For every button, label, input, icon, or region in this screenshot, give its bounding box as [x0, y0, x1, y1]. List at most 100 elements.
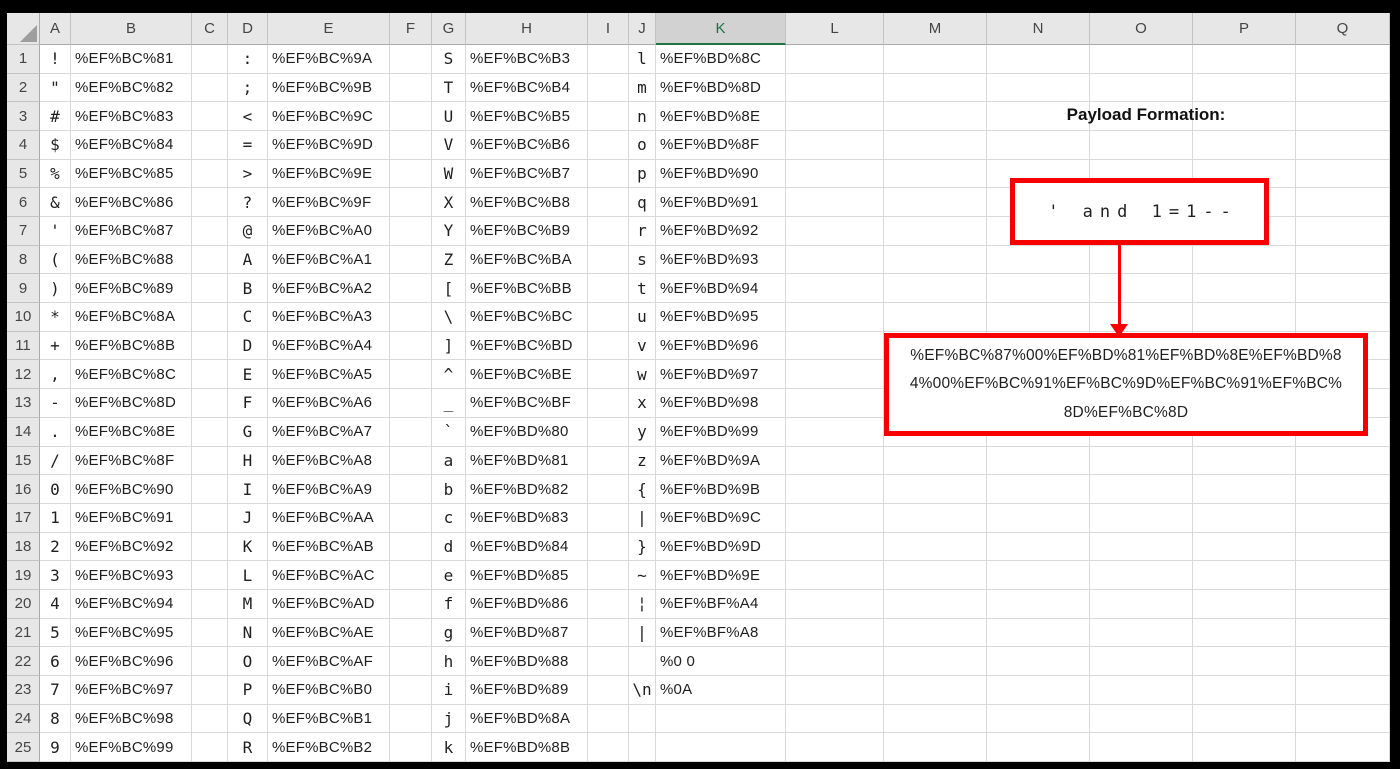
payload-box[interactable]: ' and 1=1--: [1010, 178, 1269, 245]
row-header-13[interactable]: 13: [7, 389, 40, 418]
cell-H21[interactable]: %EF%BD%87: [466, 618, 588, 648]
row-header-22[interactable]: 22: [7, 647, 40, 676]
row-header-9[interactable]: 9: [7, 274, 40, 304]
column-header-P[interactable]: P: [1193, 13, 1296, 45]
cell-O10[interactable]: [1090, 303, 1193, 332]
cell-O18[interactable]: [1090, 532, 1193, 562]
cell-C5[interactable]: [192, 159, 228, 189]
cell-C6[interactable]: [192, 188, 228, 218]
cell-F23[interactable]: [390, 675, 432, 705]
cell-B6[interactable]: %EF%BC%86: [71, 188, 192, 218]
cell-O25[interactable]: [1090, 733, 1193, 762]
cell-G4[interactable]: V: [432, 131, 466, 160]
cell-B16[interactable]: %EF%BC%90: [71, 475, 192, 504]
cell-D25[interactable]: R: [228, 733, 268, 762]
cell-N4[interactable]: [987, 131, 1090, 160]
cell-B15[interactable]: %EF%BC%8F: [71, 446, 192, 476]
cell-J1[interactable]: l: [629, 45, 656, 74]
cell-N24[interactable]: [987, 704, 1090, 734]
cell-F20[interactable]: [390, 589, 432, 619]
cell-J17[interactable]: |: [629, 503, 656, 533]
row-header-12[interactable]: 12: [7, 360, 40, 390]
cell-G16[interactable]: b: [432, 475, 466, 504]
cell-G24[interactable]: j: [432, 704, 466, 734]
cell-J6[interactable]: q: [629, 188, 656, 218]
cell-I11[interactable]: [588, 331, 629, 361]
cell-I22[interactable]: [588, 647, 629, 676]
cell-G2[interactable]: T: [432, 73, 466, 103]
cell-D17[interactable]: J: [228, 503, 268, 533]
cell-Q7[interactable]: [1296, 217, 1390, 246]
cell-F8[interactable]: [390, 245, 432, 275]
cell-E17[interactable]: %EF%BC%AA: [268, 503, 390, 533]
cell-N9[interactable]: [987, 274, 1090, 304]
column-header-A[interactable]: A: [40, 13, 71, 45]
cell-J22[interactable]: [629, 647, 656, 676]
cell-M21[interactable]: [884, 618, 987, 648]
cell-G15[interactable]: a: [432, 446, 466, 476]
cell-J4[interactable]: o: [629, 131, 656, 160]
cell-B19[interactable]: %EF%BC%93: [71, 561, 192, 590]
cell-L15[interactable]: [786, 446, 884, 476]
cell-H6[interactable]: %EF%BC%B8: [466, 188, 588, 218]
cell-J10[interactable]: u: [629, 303, 656, 332]
cell-C19[interactable]: [192, 561, 228, 590]
cell-C16[interactable]: [192, 475, 228, 504]
cell-E20[interactable]: %EF%BC%AD: [268, 589, 390, 619]
cell-I16[interactable]: [588, 475, 629, 504]
cell-M25[interactable]: [884, 733, 987, 762]
cell-F18[interactable]: [390, 532, 432, 562]
cell-G14[interactable]: `: [432, 417, 466, 447]
cell-B4[interactable]: %EF%BC%84: [71, 131, 192, 160]
cell-M4[interactable]: [884, 131, 987, 160]
cell-L24[interactable]: [786, 704, 884, 734]
cell-K5[interactable]: %EF%BD%90: [656, 159, 786, 189]
cell-N1[interactable]: [987, 45, 1090, 74]
cell-D19[interactable]: L: [228, 561, 268, 590]
cell-C20[interactable]: [192, 589, 228, 619]
cell-E23[interactable]: %EF%BC%B0: [268, 675, 390, 705]
cell-H15[interactable]: %EF%BD%81: [466, 446, 588, 476]
cell-K12[interactable]: %EF%BD%97: [656, 360, 786, 390]
cell-A16[interactable]: 0: [40, 475, 71, 504]
cell-P15[interactable]: [1193, 446, 1296, 476]
cell-F10[interactable]: [390, 303, 432, 332]
cell-B9[interactable]: %EF%BC%89: [71, 274, 192, 304]
cell-L14[interactable]: [786, 417, 884, 447]
cell-D15[interactable]: H: [228, 446, 268, 476]
cell-J9[interactable]: t: [629, 274, 656, 304]
cell-G20[interactable]: f: [432, 589, 466, 619]
cell-I14[interactable]: [588, 417, 629, 447]
cell-I3[interactable]: [588, 102, 629, 132]
cell-E10[interactable]: %EF%BC%A3: [268, 303, 390, 332]
cell-H10[interactable]: %EF%BC%BC: [466, 303, 588, 332]
cell-C2[interactable]: [192, 73, 228, 103]
cell-M16[interactable]: [884, 475, 987, 504]
cell-G8[interactable]: Z: [432, 245, 466, 275]
cell-P22[interactable]: [1193, 647, 1296, 676]
cell-N17[interactable]: [987, 503, 1090, 533]
cell-G10[interactable]: \: [432, 303, 466, 332]
cell-G3[interactable]: U: [432, 102, 466, 132]
cell-J18[interactable]: }: [629, 532, 656, 562]
row-header-1[interactable]: 1: [7, 45, 40, 74]
cell-O4[interactable]: [1090, 131, 1193, 160]
cell-A23[interactable]: 7: [40, 675, 71, 705]
cell-E24[interactable]: %EF%BC%B1: [268, 704, 390, 734]
cell-G9[interactable]: [: [432, 274, 466, 304]
cell-H12[interactable]: %EF%BC%BE: [466, 360, 588, 390]
cell-I24[interactable]: [588, 704, 629, 734]
cell-F14[interactable]: [390, 417, 432, 447]
cell-E14[interactable]: %EF%BC%A7: [268, 417, 390, 447]
cell-M17[interactable]: [884, 503, 987, 533]
cell-K6[interactable]: %EF%BD%91: [656, 188, 786, 218]
cell-C12[interactable]: [192, 360, 228, 390]
cell-N16[interactable]: [987, 475, 1090, 504]
cell-B23[interactable]: %EF%BC%97: [71, 675, 192, 705]
cell-J23[interactable]: \n: [629, 675, 656, 705]
cell-K9[interactable]: %EF%BD%94: [656, 274, 786, 304]
cell-I12[interactable]: [588, 360, 629, 390]
cell-N21[interactable]: [987, 618, 1090, 648]
cell-P23[interactable]: [1193, 675, 1296, 705]
cell-E22[interactable]: %EF%BC%AF: [268, 647, 390, 676]
